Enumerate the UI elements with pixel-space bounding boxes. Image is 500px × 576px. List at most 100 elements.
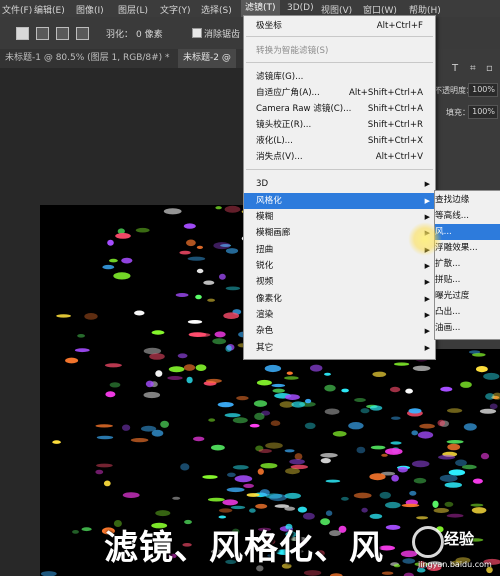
submenu-item-diffuse[interactable]: 扩散...	[435, 256, 500, 272]
lock-icon[interactable]: ▫	[486, 63, 493, 74]
submenu-item-wind[interactable]: 风...	[435, 224, 500, 240]
wind-streak	[207, 497, 225, 502]
wind-streak	[265, 442, 283, 449]
add-selection-icon[interactable]	[36, 27, 49, 40]
menu-item-polar-coordinates[interactable]: 极坐标 Alt+Ctrl+F	[244, 18, 435, 34]
text-tool-icon[interactable]: T	[452, 63, 458, 74]
wind-streak	[232, 465, 249, 470]
wind-streak	[471, 507, 487, 514]
menu-type[interactable]: 文字(Y)	[160, 3, 191, 16]
wind-streak	[310, 364, 323, 372]
menu-file[interactable]: 文件(F)	[2, 3, 32, 16]
wind-streak	[259, 489, 270, 497]
submenu-item-extrude[interactable]: 凸出...	[435, 304, 500, 320]
wind-streak	[122, 424, 131, 431]
wind-streak	[255, 503, 268, 509]
menu-item-render[interactable]: 渲染 ▶	[244, 307, 435, 323]
feather-input[interactable]: 0 像素	[136, 27, 163, 40]
wind-streak	[408, 408, 422, 414]
submenu-item-contour[interactable]: 等高线...	[435, 208, 500, 224]
wind-streak	[348, 422, 364, 430]
wind-streak	[461, 464, 477, 470]
submenu-item-tiles[interactable]: 拼贴...	[435, 272, 500, 288]
wind-streak	[391, 474, 399, 482]
menu-item-stylize[interactable]: 风格化 ▶	[244, 193, 435, 209]
wind-streak	[95, 424, 113, 428]
wind-streak	[303, 512, 315, 520]
transform-icon[interactable]: ⌗	[470, 63, 476, 74]
menu-item-vanishing-point[interactable]: 消失点(V)... Alt+Ctrl+V	[244, 149, 435, 165]
wind-streak	[444, 501, 454, 507]
menu-item-other[interactable]: 其它 ▶	[244, 340, 435, 356]
fill-label: 填充：	[446, 108, 470, 117]
menu-image[interactable]: 图像(I)	[76, 3, 104, 16]
menu-item-adaptive-wide-angle[interactable]: 自适应广角(A)... Alt+Shift+Ctrl+A	[244, 85, 435, 101]
wind-streak	[270, 420, 281, 426]
tab-document-1[interactable]: 未标题-1 @ 80.5% (图层 1, RGB/8#) *	[0, 49, 175, 68]
menu-item-sharpen[interactable]: 锐化 ▶	[244, 258, 435, 274]
menu-3d[interactable]: 3D(D)	[287, 3, 314, 13]
menu-item-convert-smart-filter[interactable]: 转换为智能滤镜(S)	[244, 43, 435, 59]
wind-streak	[105, 391, 116, 398]
wind-streak	[195, 364, 207, 371]
wind-streak	[463, 423, 477, 431]
menu-item-liquify[interactable]: 液化(L)... Shift+Ctrl+X	[244, 133, 435, 149]
wind-streak	[385, 448, 403, 455]
submenu-arrow-icon: ▶	[424, 262, 430, 270]
menu-edit[interactable]: 编辑(E)	[34, 3, 65, 16]
submenu-item-oil-paint[interactable]: 油画...	[435, 320, 500, 336]
wind-streak	[186, 239, 196, 247]
fill-input[interactable]: 100%	[468, 105, 498, 119]
wind-streak	[208, 418, 216, 422]
subtract-selection-icon[interactable]	[56, 27, 69, 40]
wind-streak	[411, 430, 419, 436]
wind-streak	[284, 376, 299, 380]
menu-item-camera-raw[interactable]: Camera Raw 滤镜(C)... Shift+Ctrl+A	[244, 101, 435, 117]
watermark: 经验 jingyan.baidu.com	[398, 518, 500, 576]
wind-streak	[102, 264, 115, 270]
menu-layer[interactable]: 图层(L)	[118, 3, 148, 16]
menu-item-blur[interactable]: 模糊 ▶	[244, 209, 435, 225]
menu-item-blur-gallery[interactable]: 模糊画廊▶	[244, 225, 435, 241]
wind-streak	[325, 479, 341, 483]
menu-item-video[interactable]: 视频 ▶	[244, 274, 435, 290]
menu-item-distort[interactable]: 扭曲▶	[244, 242, 435, 258]
wind-streak	[225, 248, 239, 254]
wind-streak	[489, 403, 498, 410]
wind-streak	[243, 483, 255, 488]
wind-streak	[183, 223, 196, 229]
wind-streak	[476, 366, 488, 373]
submenu-item-find-edges[interactable]: 查找边缘	[435, 192, 500, 208]
submenu-item-solarize[interactable]: 曝光过度	[435, 288, 500, 304]
wind-streak	[470, 503, 484, 507]
wind-streak	[360, 408, 370, 414]
submenu-item-emboss[interactable]: 浮雕效果...	[435, 240, 500, 256]
wind-streak	[256, 379, 272, 386]
wind-streak	[379, 491, 391, 499]
menu-item-pixelate[interactable]: 像素化 ▶	[244, 291, 435, 307]
tab-document-2[interactable]: 未标题-2 @	[178, 49, 236, 68]
opacity-input[interactable]: 100%	[468, 83, 498, 97]
wind-streak	[448, 469, 466, 476]
wind-streak	[40, 571, 57, 576]
wind-streak	[405, 388, 413, 394]
menu-item-3d[interactable]: 3D ▶	[244, 176, 435, 192]
intersect-selection-icon[interactable]	[76, 27, 89, 40]
new-selection-icon[interactable]	[16, 27, 29, 40]
menu-item-filter-gallery[interactable]: 滤镜库(G)...	[244, 69, 435, 85]
wind-streak	[180, 463, 190, 471]
wind-streak	[213, 242, 231, 250]
wind-streak	[304, 422, 316, 429]
wind-streak	[203, 280, 215, 285]
wind-streak	[107, 239, 114, 246]
wind-streak	[320, 453, 338, 458]
wind-streak	[225, 286, 241, 291]
menu-item-lens-correction[interactable]: 镜头校正(R)... Shift+Ctrl+R	[244, 117, 435, 133]
wind-streak	[95, 469, 104, 475]
wind-streak	[369, 513, 383, 519]
menu-item-noise[interactable]: 杂色 ▶	[244, 323, 435, 339]
menu-select[interactable]: 选择(S)	[201, 3, 232, 16]
wind-streak	[236, 396, 249, 401]
wind-streak	[370, 445, 386, 450]
antialias-checkbox[interactable]: 消除锯齿	[192, 27, 240, 40]
